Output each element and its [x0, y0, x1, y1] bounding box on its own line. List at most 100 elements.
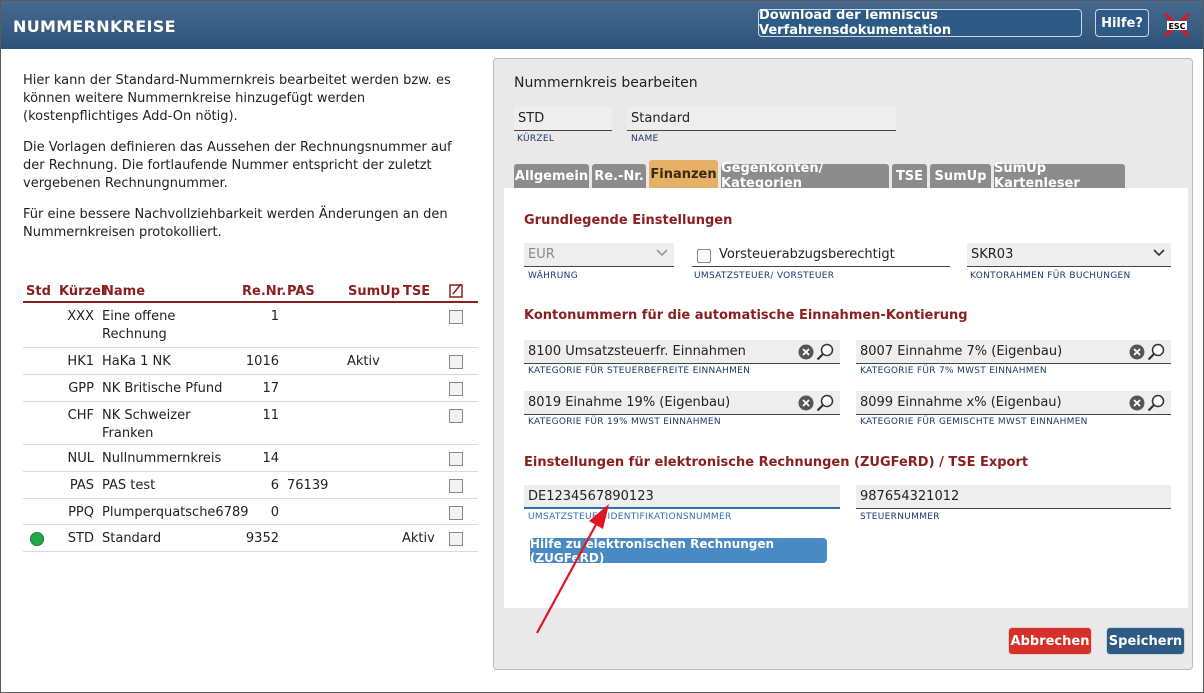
row-name: PAS test — [102, 478, 156, 493]
col-renr: Re.Nr. — [242, 284, 287, 299]
row-sumup: Aktiv — [347, 354, 380, 369]
chevron-down-icon — [1153, 246, 1165, 262]
intro-paragraph-3: Für eine bessere Nachvollziehbarkeit wer… — [23, 207, 448, 240]
tax-number-input[interactable]: 987654321012 — [856, 485, 1171, 509]
row-select-checkbox[interactable] — [449, 532, 463, 546]
row-renr: 14 — [262, 451, 279, 466]
row-name: Standard — [102, 531, 162, 546]
kuerzel-input[interactable]: STD — [514, 107, 612, 131]
clear-icon[interactable] — [1129, 395, 1145, 411]
row-renr: 1 — [270, 309, 279, 324]
download-documentation-button[interactable]: Download der lemniscus Verfahrensdokumen… — [758, 8, 1082, 38]
row-renr: 6 — [270, 478, 279, 493]
row-renr: 0 — [270, 505, 279, 520]
cancel-button[interactable]: Abbrechen — [1008, 627, 1092, 655]
table-row[interactable]: PAS PAS test 6 76139 — [23, 472, 478, 499]
category-7-actions — [1129, 343, 1169, 365]
save-button[interactable]: Speichern — [1106, 627, 1185, 655]
vat-checkbox-label: Vorsteuerabzugsberechtigt — [719, 247, 895, 262]
row-tse: Aktiv — [402, 531, 435, 546]
tab-finanzen[interactable]: Finanzen — [649, 160, 718, 188]
col-pas: PAS — [287, 284, 315, 299]
annotation-arrow-icon — [536, 504, 609, 634]
tab-gegenkonten[interactable]: Gegenkonten/ Kategorien — [721, 161, 889, 191]
clear-icon[interactable] — [1129, 344, 1145, 360]
row-renr: 11 — [262, 408, 279, 423]
table-row[interactable]: XXX Eine offene Rechnung 1 — [23, 303, 478, 348]
kuerzel-label: KÜRZEL — [517, 134, 555, 144]
table-row[interactable]: PPQ Plumperquatsche6789 0 — [23, 499, 478, 525]
clear-icon[interactable] — [798, 395, 814, 411]
row-name: NK Britische Pfund — [102, 381, 223, 396]
chart-of-accounts-value: SKR03 — [971, 247, 1014, 262]
category-tax-free-input[interactable]: 8100 Umsatzsteuerfr. Einnahmen — [524, 340, 840, 364]
search-icon[interactable] — [1147, 394, 1165, 412]
row-name: Plumperquatsche6789 — [102, 505, 249, 520]
category-7-label: KATEGORIE FÜR 7% MWST EINNAHMEN — [860, 366, 1047, 376]
clear-icon[interactable] — [798, 344, 814, 360]
row-select-checkbox[interactable] — [449, 310, 463, 324]
tab-allgemein[interactable]: Allgemein — [514, 164, 589, 188]
standard-indicator-icon — [30, 532, 44, 546]
category-mixed-label: KATEGORIE FÜR GEMISCHTE MWST EINNAHMEN — [860, 417, 1088, 427]
chart-of-accounts-select[interactable]: SKR03 — [967, 243, 1171, 267]
vat-checkbox-field: Vorsteuerabzugsberechtigt — [692, 243, 950, 267]
category-tax-free-actions — [798, 343, 838, 365]
vat-checkbox[interactable] — [697, 249, 711, 263]
vat-label: UMSATZSTEUER/ VORSTEUER — [694, 271, 835, 281]
row-select-checkbox[interactable] — [449, 409, 463, 423]
row-select-checkbox[interactable] — [449, 479, 463, 493]
category-19-actions — [798, 394, 838, 416]
category-7-value: 8007 Einnahme 7% (Eigenbau) — [860, 344, 1063, 359]
tab-sumup[interactable]: SumUp — [930, 164, 991, 188]
table-row[interactable]: CHF NK Schweizer Franken 11 — [23, 402, 478, 445]
section-accounts-heading: Kontonummern für die automatische Einnah… — [524, 308, 968, 323]
row-kuerzel: PAS — [69, 478, 94, 493]
edit-select-icon[interactable] — [449, 283, 463, 302]
row-kuerzel: CHF — [67, 408, 94, 423]
section-basic-heading: Grundlegende Einstellungen — [524, 213, 733, 228]
intro-paragraph-1: Hier kann der Standard-Nummernkreis bear… — [23, 73, 451, 124]
category-mixed-input[interactable]: 8099 Einnahme x% (Eigenbau) — [856, 391, 1171, 415]
col-std: Std — [26, 284, 51, 299]
currency-value: EUR — [528, 247, 555, 262]
row-select-checkbox[interactable] — [449, 355, 463, 369]
search-icon[interactable] — [816, 343, 834, 361]
tab-tse[interactable]: TSE — [892, 164, 927, 188]
row-select-checkbox[interactable] — [449, 506, 463, 520]
row-pas: 76139 — [287, 478, 329, 493]
row-select-checkbox[interactable] — [449, 382, 463, 396]
category-7-input[interactable]: 8007 Einnahme 7% (Eigenbau) — [856, 340, 1171, 364]
row-kuerzel: NUL — [67, 451, 94, 466]
table-row[interactable]: HK1 HaKa 1 NK 1016 Aktiv — [23, 348, 478, 375]
dialog-window: NUMMERNKREISE Download der lemniscus Ver… — [0, 0, 1204, 693]
chevron-down-icon — [656, 246, 668, 262]
table-row[interactable]: STD Standard 9352 Aktiv — [23, 525, 478, 552]
dialog-title: NUMMERNKREISE — [13, 17, 176, 36]
name-label: NAME — [631, 134, 659, 144]
tab-re-nr[interactable]: Re.-Nr. — [592, 164, 646, 188]
help-button[interactable]: Hilfe? — [1095, 9, 1149, 37]
row-kuerzel: XXX — [67, 309, 94, 324]
table-row[interactable]: NUL Nullnummernkreis 14 — [23, 445, 478, 472]
tab-sumup-kartenleser[interactable]: SumUp Kartenleser — [994, 161, 1125, 191]
row-kuerzel: GPP — [68, 381, 94, 396]
name-input[interactable]: Standard — [627, 107, 896, 131]
chart-of-accounts-label: KONTORAHMEN FÜR BUCHUNGEN — [970, 271, 1131, 281]
row-name: Nullnummernkreis — [102, 451, 222, 466]
row-name-line2: Rechnung — [102, 327, 167, 342]
tax-number-label: STEUERNUMMER — [860, 512, 940, 522]
table-row[interactable]: GPP NK Britische Pfund 17 — [23, 375, 478, 402]
category-19-input[interactable]: 8019 Einahme 19% (Eigenbau) — [524, 391, 840, 415]
search-icon[interactable] — [1147, 343, 1165, 361]
close-esc-icon[interactable]: ESC — [1161, 11, 1193, 39]
search-icon[interactable] — [816, 394, 834, 412]
currency-select[interactable]: EUR — [524, 243, 674, 267]
category-mixed-actions — [1129, 394, 1169, 416]
category-19-label: KATEGORIE FÜR 19% MWST EINNAHMEN — [528, 417, 721, 427]
category-tax-free-value: 8100 Umsatzsteuerfr. Einnahmen — [528, 344, 746, 359]
esc-label: ESC — [1168, 22, 1185, 31]
row-renr: 17 — [262, 381, 279, 396]
row-select-checkbox[interactable] — [449, 452, 463, 466]
row-renr: 9352 — [245, 531, 279, 546]
